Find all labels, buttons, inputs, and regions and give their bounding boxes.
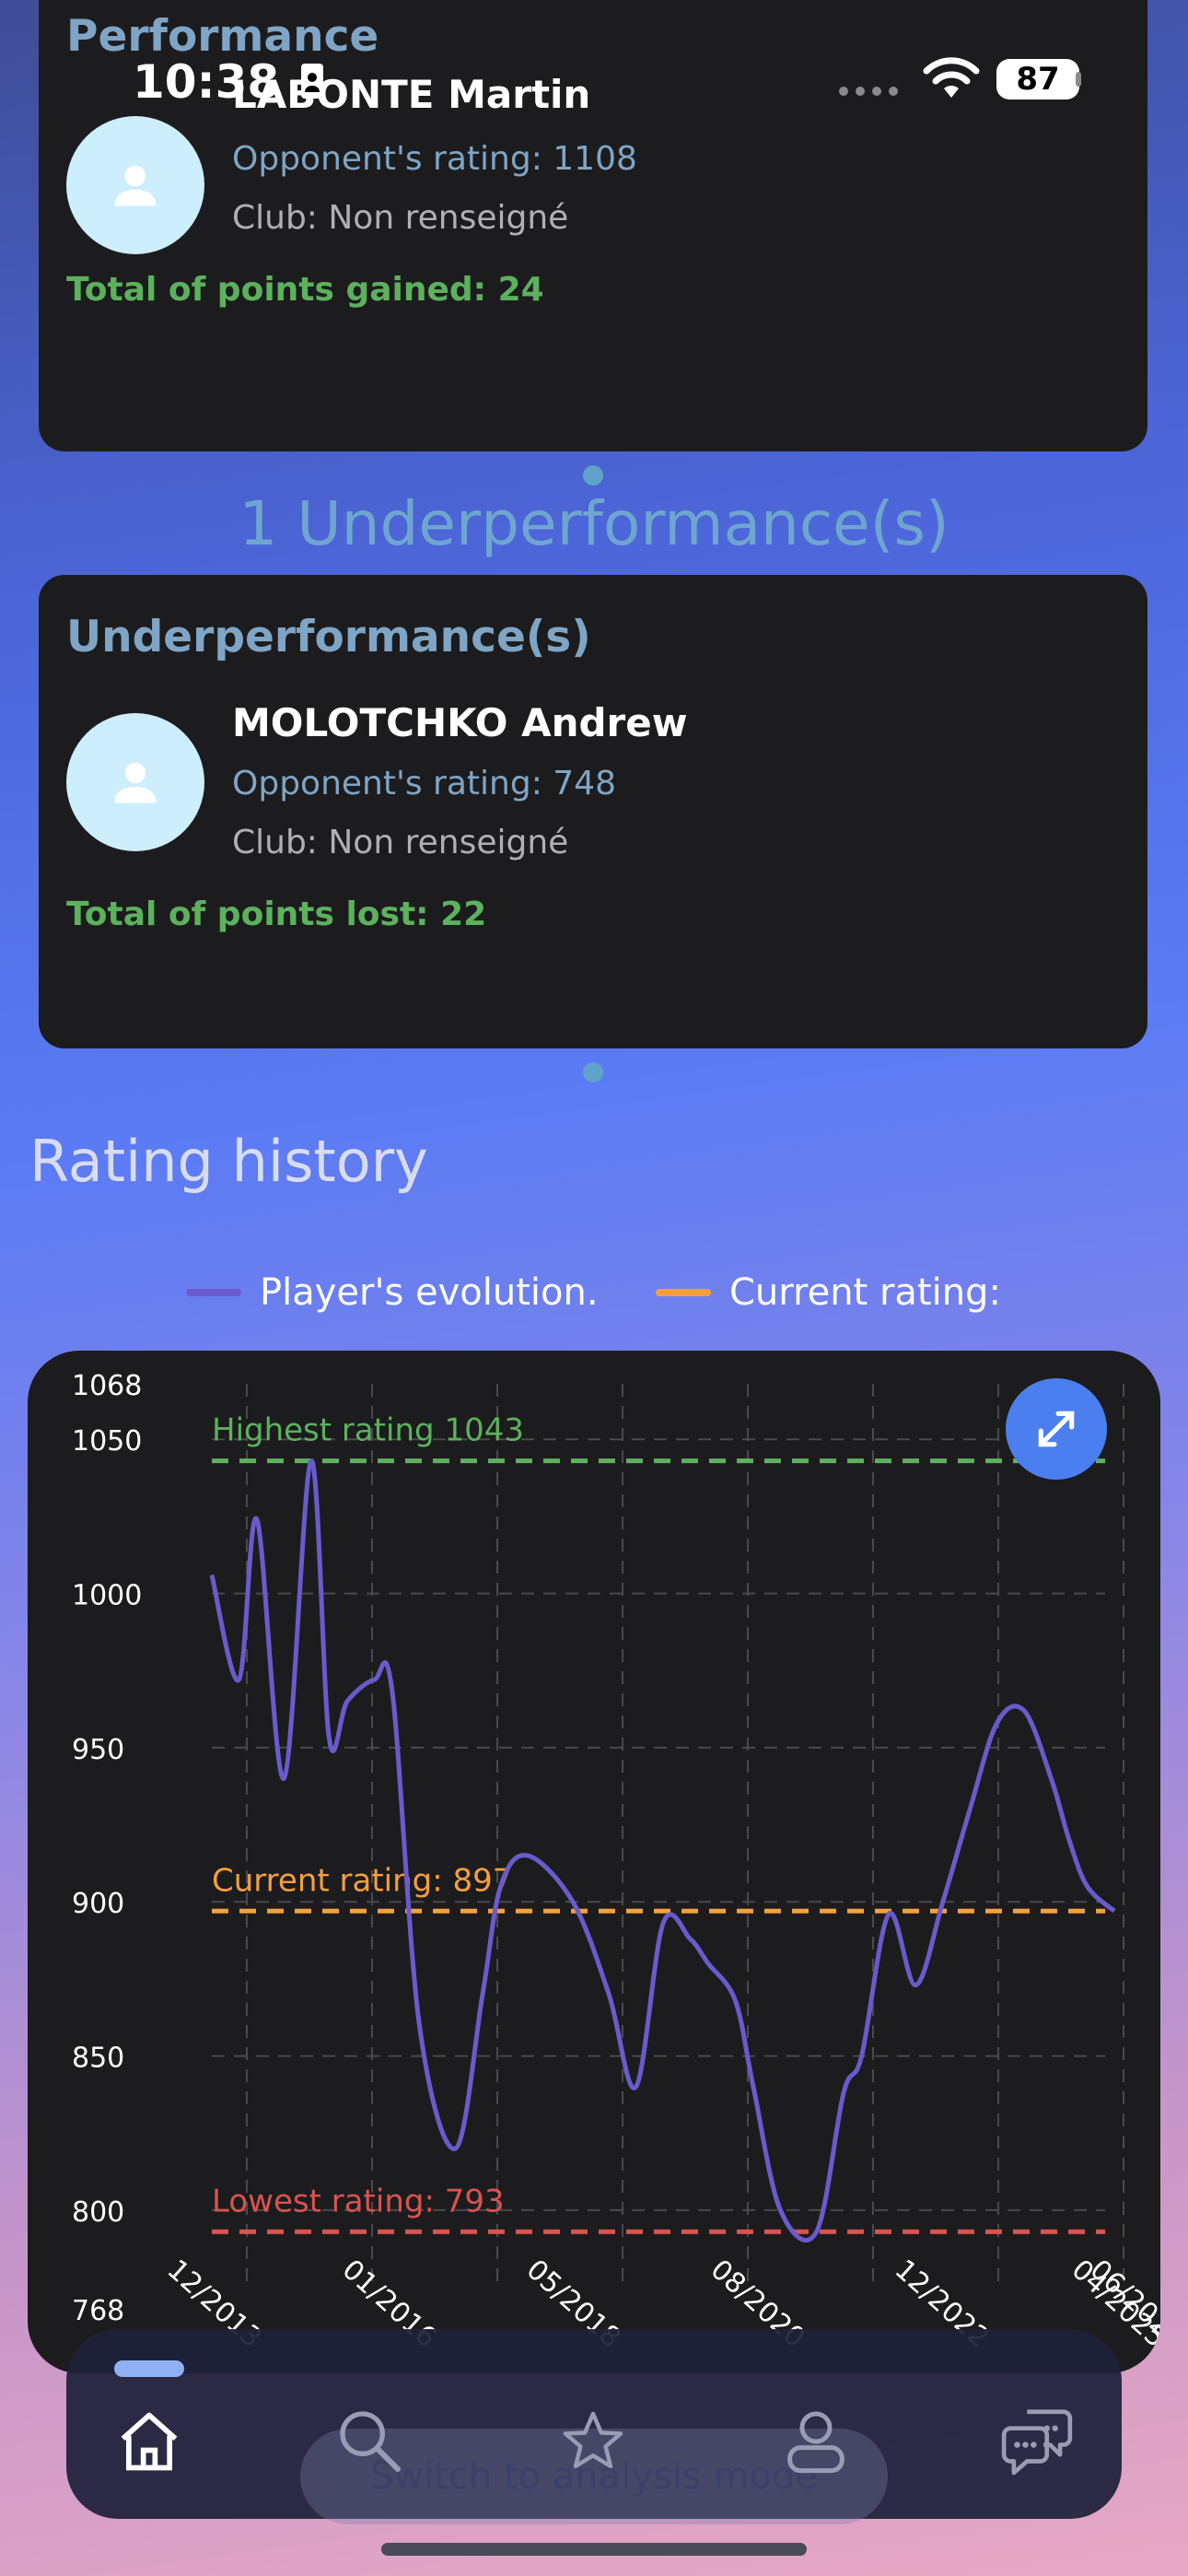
rating-history-title: Rating history <box>29 1128 428 1195</box>
underperformance-heading: 1 Underperformance(s) <box>239 488 949 559</box>
underperformance-card-title: Underperformance(s) <box>66 612 591 662</box>
contact-card-icon <box>301 64 323 99</box>
battery-indicator: 87 <box>996 59 1079 100</box>
y-tick-label: 850 <box>72 2043 124 2075</box>
y-tick-label: 1000 <box>72 1580 142 1612</box>
legend-item-player-evolution[interactable]: Player's evolution. <box>186 1271 599 1314</box>
y-tick-label: 800 <box>72 2196 124 2229</box>
pagination-dot <box>583 465 603 486</box>
total-points-gained: Total of points gained: 24 <box>66 271 544 309</box>
battery-cap <box>1076 72 1081 87</box>
pagination-dot <box>583 1062 603 1083</box>
legend-item-current-rating[interactable]: Current rating: <box>656 1271 1001 1314</box>
avatar[interactable] <box>66 116 204 254</box>
y-tick-label: 1068 <box>72 1370 142 1402</box>
tab-search[interactable] <box>324 2395 416 2488</box>
home-icon <box>121 2412 178 2471</box>
y-tick-label: 900 <box>72 1888 124 1920</box>
rating-history-chart: 768 800 850 900 950 1000 1050 1068 12/2013 01/201… <box>28 1351 1160 2373</box>
player-name[interactable]: MOLOTCHKO Andrew <box>232 700 688 745</box>
home-indicator <box>381 2543 807 2556</box>
star-icon <box>563 2411 623 2469</box>
tab-home[interactable] <box>103 2395 195 2488</box>
y-tick-label: 1050 <box>72 1425 142 1458</box>
legend-label: Player's evolution. <box>260 1271 599 1314</box>
wifi-icon <box>923 57 980 98</box>
signal-icon <box>839 87 898 96</box>
reference-label: Highest rating 1043 <box>212 1412 524 1449</box>
user-icon <box>787 2411 844 2474</box>
person-icon <box>114 762 157 803</box>
active-tab-indicator <box>114 2360 184 2377</box>
y-tick-label: 768 <box>72 2295 124 2327</box>
reference-label: Lowest rating: 793 <box>212 2183 505 2219</box>
expand-icon <box>1038 1411 1075 1447</box>
avatar[interactable] <box>66 713 204 851</box>
opponent-rating: Opponent's rating: 748 <box>232 765 616 802</box>
club-label: Club: Non renseigné <box>232 824 569 861</box>
chat-icon <box>1001 2409 1073 2476</box>
performance-card-title: Performance <box>66 11 379 62</box>
underperformance-card: Underperformance(s) MOLOTCHKO Andrew Opp… <box>39 575 1147 1048</box>
chart-svg: 76880085090095010001050106812/2013 01/201… <box>72 1370 1160 2354</box>
player-name[interactable]: LABONTE Martin <box>232 72 590 117</box>
y-tick-label: 950 <box>72 1734 124 1766</box>
legend-swatch <box>186 1289 241 1296</box>
legend-swatch <box>656 1289 711 1296</box>
tab-messages[interactable] <box>991 2395 1083 2488</box>
search-icon <box>340 2411 401 2472</box>
tab-profile[interactable] <box>770 2395 862 2488</box>
total-points-lost: Total of points lost: 22 <box>66 896 487 933</box>
series-line <box>209 1458 1116 2242</box>
expand-chart-button[interactable] <box>1006 1378 1107 1480</box>
reference-label: Current rating: 897 <box>212 1862 512 1899</box>
legend-label: Current rating: <box>729 1271 1001 1314</box>
club-label: Club: Non renseigné <box>232 199 569 237</box>
opponent-rating: Opponent's rating: 1108 <box>232 140 637 178</box>
status-time: 10:38 <box>133 55 280 109</box>
person-icon <box>114 165 157 206</box>
tab-favorites[interactable] <box>547 2395 639 2488</box>
